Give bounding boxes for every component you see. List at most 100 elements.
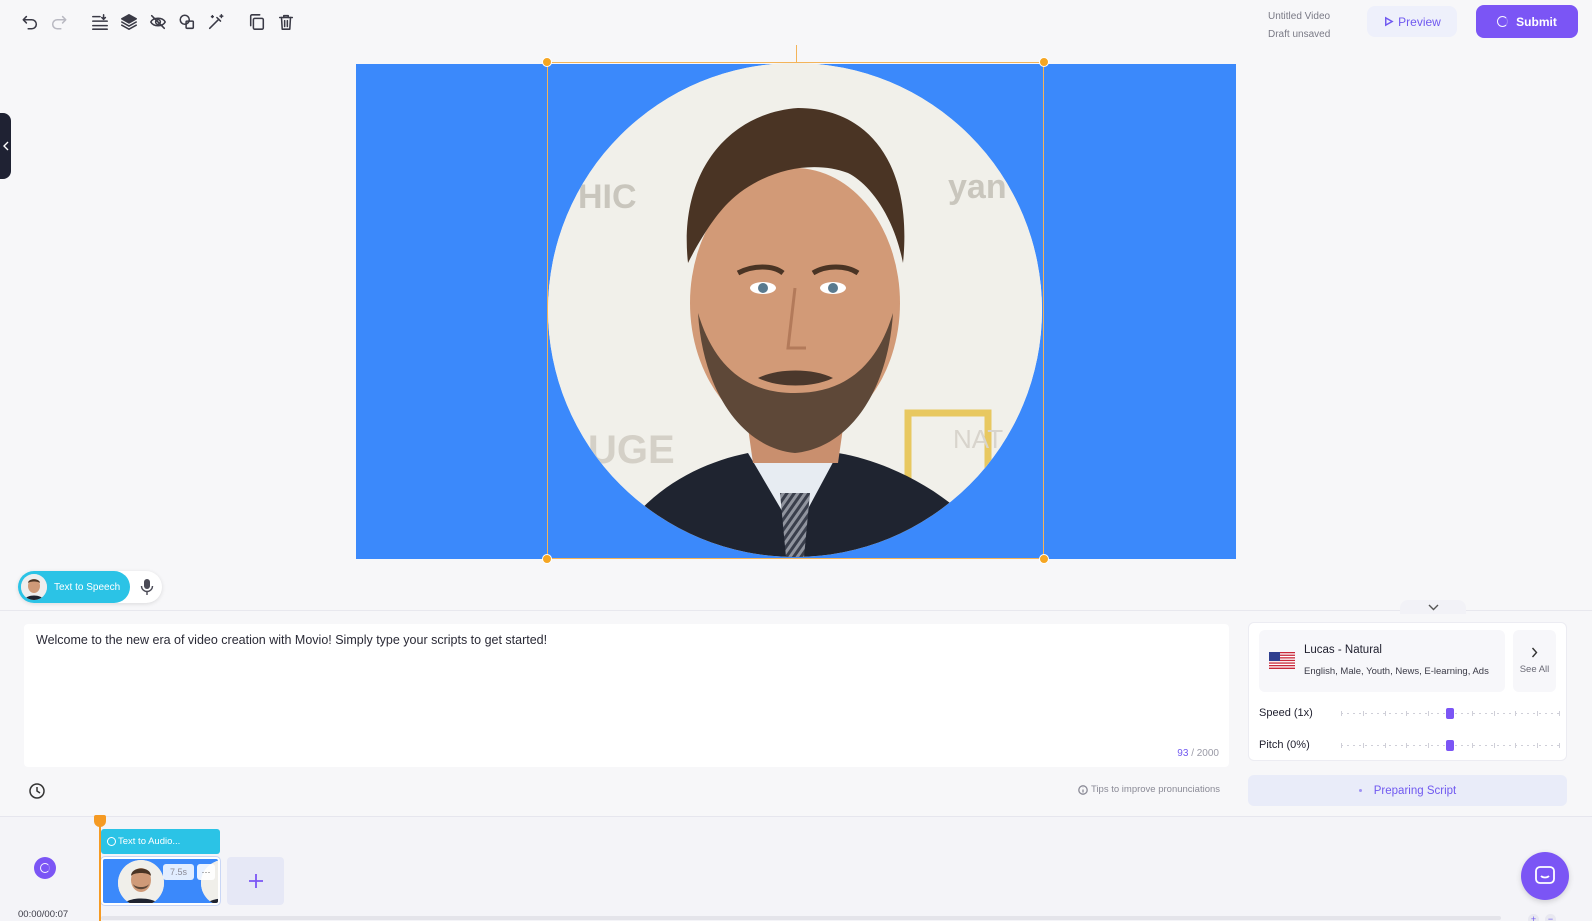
audio-mode-switch: Text to Speech	[18, 571, 162, 603]
audio-track-clip[interactable]: Text to Audio...	[101, 829, 220, 854]
plus-icon	[248, 874, 263, 888]
us-flag-icon	[1269, 652, 1295, 669]
preparing-script-button[interactable]: Preparing Script	[1248, 775, 1567, 806]
character-count-current: 93	[1177, 748, 1189, 759]
slider-tick	[1384, 711, 1386, 716]
svg-text:HIC: HIC	[578, 178, 637, 216]
text-to-speech-tab[interactable]: Text to Speech	[18, 571, 130, 603]
voice-name: Lucas - Natural	[1304, 644, 1382, 656]
slider-tick	[1406, 711, 1408, 716]
zoom-out-button[interactable]: −	[1545, 914, 1556, 921]
script-editor[interactable]: Welcome to the new era of video creation…	[24, 624, 1229, 767]
resize-handle-bottom-right[interactable]	[1039, 554, 1049, 564]
magic-button[interactable]	[204, 10, 228, 34]
align-button[interactable]	[88, 10, 112, 34]
shapes-button[interactable]	[175, 10, 199, 34]
script-history-button[interactable]	[28, 782, 46, 800]
hide-button[interactable]	[146, 10, 170, 34]
resize-handle-top-right[interactable]	[1039, 57, 1049, 67]
clock-icon	[29, 783, 45, 799]
svg-text:yan: yan	[948, 168, 1007, 206]
scene-more-button[interactable]: ···	[197, 864, 215, 880]
slider-tick	[1471, 743, 1473, 748]
scene-clip[interactable]: 7.5s ···	[100, 856, 221, 906]
loading-ring-icon	[107, 837, 116, 846]
script-text[interactable]: Welcome to the new era of video creation…	[36, 633, 547, 647]
playhead-handle[interactable]	[94, 815, 106, 827]
pronunciation-tips-link[interactable]: Tips to improve pronunciations	[1078, 784, 1220, 795]
submit-button[interactable]: Submit	[1476, 5, 1578, 38]
voice-tags: English, Male, Youth, News, E-learning, …	[1304, 666, 1489, 677]
trash-icon	[278, 14, 294, 30]
slider-tick	[1341, 743, 1342, 748]
scene-thumbnail	[118, 860, 164, 903]
slider-tick	[1428, 711, 1430, 716]
voice-settings-panel: Lucas - Natural English, Male, Youth, Ne…	[1248, 622, 1567, 761]
speed-slider[interactable]	[1341, 708, 1560, 719]
timeline: Text to Audio... 7.5s ··· 00:00/00:07 + …	[0, 815, 1592, 921]
resize-handle-top-left[interactable]	[542, 57, 552, 67]
slider-tick	[1515, 711, 1517, 716]
add-scene-button[interactable]	[227, 857, 284, 905]
voice-selector[interactable]: Lucas - Natural English, Male, Youth, Ne…	[1259, 630, 1505, 692]
resize-handle-bottom-left[interactable]	[542, 554, 552, 564]
scene-duration: 7.5s	[163, 864, 194, 880]
loading-spinner-icon	[40, 863, 50, 873]
chat-icon	[1535, 866, 1555, 884]
see-all-label: See All	[1519, 664, 1550, 675]
chat-support-button[interactable]	[1521, 852, 1569, 900]
info-icon	[1078, 784, 1088, 795]
duplicate-button[interactable]	[245, 10, 269, 34]
text-to-speech-label: Text to Speech	[54, 581, 121, 593]
redo-button[interactable]	[47, 10, 71, 34]
undo-icon	[22, 15, 38, 30]
rotation-guide	[796, 45, 797, 62]
document-title: Untitled Video	[1268, 11, 1331, 22]
document-info: Untitled Video Draft unsaved	[1268, 8, 1330, 44]
preview-button[interactable]: Preview	[1367, 6, 1457, 37]
character-count: 93 / 2000	[1177, 748, 1219, 759]
pitch-slider-thumb[interactable]	[1446, 740, 1454, 751]
slider-tick	[1537, 743, 1539, 748]
shapes-icon	[179, 14, 195, 30]
microphone-icon	[140, 579, 154, 595]
playhead[interactable]	[99, 817, 101, 921]
slider-tick	[1362, 743, 1364, 748]
align-icon	[92, 14, 108, 30]
speed-label: Speed (1x)	[1259, 707, 1313, 719]
speed-slider-thumb[interactable]	[1446, 708, 1454, 719]
slider-tick	[1537, 711, 1539, 716]
record-audio-button[interactable]	[139, 578, 155, 596]
pitch-slider[interactable]	[1341, 740, 1560, 751]
loading-spinner-icon	[1497, 16, 1509, 27]
magic-wand-icon	[208, 14, 224, 30]
avatar-thumbnail	[21, 574, 47, 600]
preparing-label: Preparing Script	[1373, 784, 1457, 797]
chevron-down-icon	[1428, 604, 1438, 610]
slider-tick	[1515, 743, 1517, 748]
collapse-panel-button[interactable]	[1400, 600, 1466, 614]
undo-button[interactable]	[18, 10, 42, 34]
pitch-label: Pitch (0%)	[1259, 739, 1310, 751]
duplicate-icon	[249, 14, 265, 30]
save-status: Draft unsaved	[1268, 29, 1331, 40]
slider-tick	[1341, 711, 1342, 716]
delete-button[interactable]	[274, 10, 298, 34]
chevron-right-icon	[1531, 647, 1538, 658]
slider-tick	[1406, 743, 1408, 748]
layers-icon	[121, 14, 137, 30]
svg-text:UGE: UGE	[588, 428, 675, 472]
timeline-scrollbar[interactable]	[101, 916, 1501, 920]
selected-avatar-element[interactable]: HIC yan UGE NAT	[547, 62, 1044, 559]
sidebar-toggle[interactable]	[0, 113, 11, 179]
layers-button[interactable]	[117, 10, 141, 34]
slider-tick	[1471, 711, 1473, 716]
slider-tick	[1559, 711, 1560, 716]
editor-toolbar	[18, 10, 303, 34]
preview-label: Preview	[1398, 14, 1441, 29]
timeline-loading-indicator	[34, 857, 56, 879]
submit-label: Submit	[1516, 14, 1557, 29]
pitch-slider-row: Pitch (0%)	[1259, 736, 1560, 754]
zoom-in-button[interactable]: +	[1528, 914, 1539, 921]
see-all-voices-button[interactable]: See All	[1513, 630, 1556, 692]
